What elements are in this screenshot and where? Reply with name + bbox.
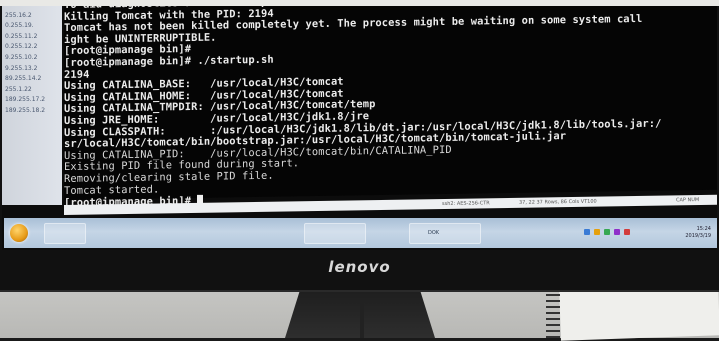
clock-date: 2019/3/19 [685, 233, 711, 239]
terminal-window[interactable]: To aid diagnostics a thread dump has bee… [64, 0, 717, 209]
tray-warning-icon[interactable] [594, 229, 600, 235]
taskbar-clock[interactable]: 15:24 2019/3/19 [685, 226, 711, 240]
sidebar-session-item[interactable]: 0.255.19. [2, 21, 62, 32]
session-sidebar: 0.255.15.2 255.16.2 0.255.19. 0.255.11.2… [2, 0, 62, 205]
monitor-bezel: 0.255.15.2 255.16.2 0.255.19. 0.255.11.2… [0, 0, 719, 292]
sidebar-session-item[interactable]: 189.255.17.2 [2, 95, 62, 106]
taskbar-item-label: DOK [428, 230, 440, 236]
brand-logo: lenovo [328, 258, 391, 276]
status-ssh-cipher: ssh2: AES-256-CTR [442, 200, 490, 208]
taskbar: DOK 15:24 2019/3/19 [4, 218, 717, 248]
sidebar-session-item[interactable]: 89.255.14.2 [2, 74, 62, 85]
taskbar-app-button[interactable]: DOK [409, 223, 481, 244]
sidebar-session-item[interactable]: 0.255.12.2 [2, 42, 62, 53]
clock-time: 15:24 [696, 226, 711, 232]
tray-app-icon[interactable] [614, 229, 620, 235]
tray-app-icon[interactable] [604, 229, 610, 235]
sidebar-session-item[interactable]: 255.1.22 [2, 85, 62, 96]
sidebar-session-item[interactable]: 9.255.10.2 [2, 53, 62, 64]
monitor-top-edge [0, 0, 719, 6]
sidebar-session-item[interactable]: 9.255.13.2 [2, 64, 62, 75]
taskbar-app-button[interactable] [304, 223, 366, 244]
volume-icon[interactable] [624, 229, 630, 235]
cable [360, 300, 364, 338]
sidebar-session-item[interactable]: 255.16.2 [2, 11, 62, 22]
sidebar-session-item[interactable]: 189.255.18.2 [2, 106, 62, 117]
taskbar-app-button[interactable] [44, 223, 86, 244]
status-caps-num: CAP NUM [676, 197, 700, 204]
start-button[interactable] [10, 224, 28, 242]
monitor-screen: 0.255.15.2 255.16.2 0.255.19. 0.255.11.2… [2, 0, 717, 250]
status-cursor-position: 37, 22 37 Rows, 86 Cols VT100 [519, 198, 597, 206]
network-icon[interactable] [584, 229, 590, 235]
sidebar-session-item[interactable]: 0.255.11.2 [2, 32, 62, 43]
